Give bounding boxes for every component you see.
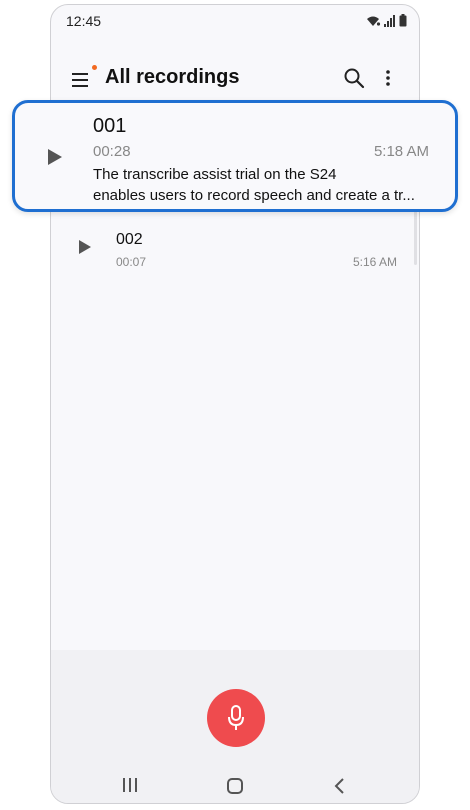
menu-button[interactable] [71,65,97,91]
recording-time: 5:18 AM [373,143,429,160]
more-options-button[interactable] [381,67,395,91]
search-icon [344,68,365,89]
home-icon[interactable] [226,777,244,795]
more-vertical-icon [386,70,390,86]
wifi-icon [367,16,381,26]
status-bar: 12:45 [51,5,419,39]
battery-icon [399,14,407,27]
recording-item-002[interactable]: 002 00:07 5:16 AM [51,223,419,279]
recording-item-001[interactable]: 001 00:28 5:18 AM The transcribe assist … [12,100,458,212]
transcript-preview: The transcribe assist trial on the S24 e… [93,164,433,206]
recents-icon[interactable] [121,777,139,793]
status-time: 12:45 [66,13,102,29]
notification-dot [92,65,97,70]
back-icon[interactable] [333,777,345,795]
bottom-panel [51,650,419,803]
menu-icon [72,73,88,87]
recording-title: 001 [93,115,127,137]
recording-duration: 00:28 [93,143,131,160]
play-icon[interactable] [78,239,92,255]
status-icons [365,14,407,27]
app-bar: All recordings [51,61,419,101]
transcript-line-1: The transcribe assist trial on the S24 [93,166,337,183]
microphone-icon [228,705,244,730]
recording-title: 002 [116,231,143,248]
navigation-bar [51,765,419,803]
record-button[interactable] [207,689,265,747]
signal-icon [384,14,395,27]
transcript-line-2: enables users to record speech and creat… [93,187,415,204]
play-icon[interactable] [47,148,63,166]
page-title: All recordings [105,66,240,88]
recording-time: 5:16 AM [352,255,397,269]
recording-duration: 00:07 [116,255,147,269]
search-button[interactable] [343,67,367,91]
